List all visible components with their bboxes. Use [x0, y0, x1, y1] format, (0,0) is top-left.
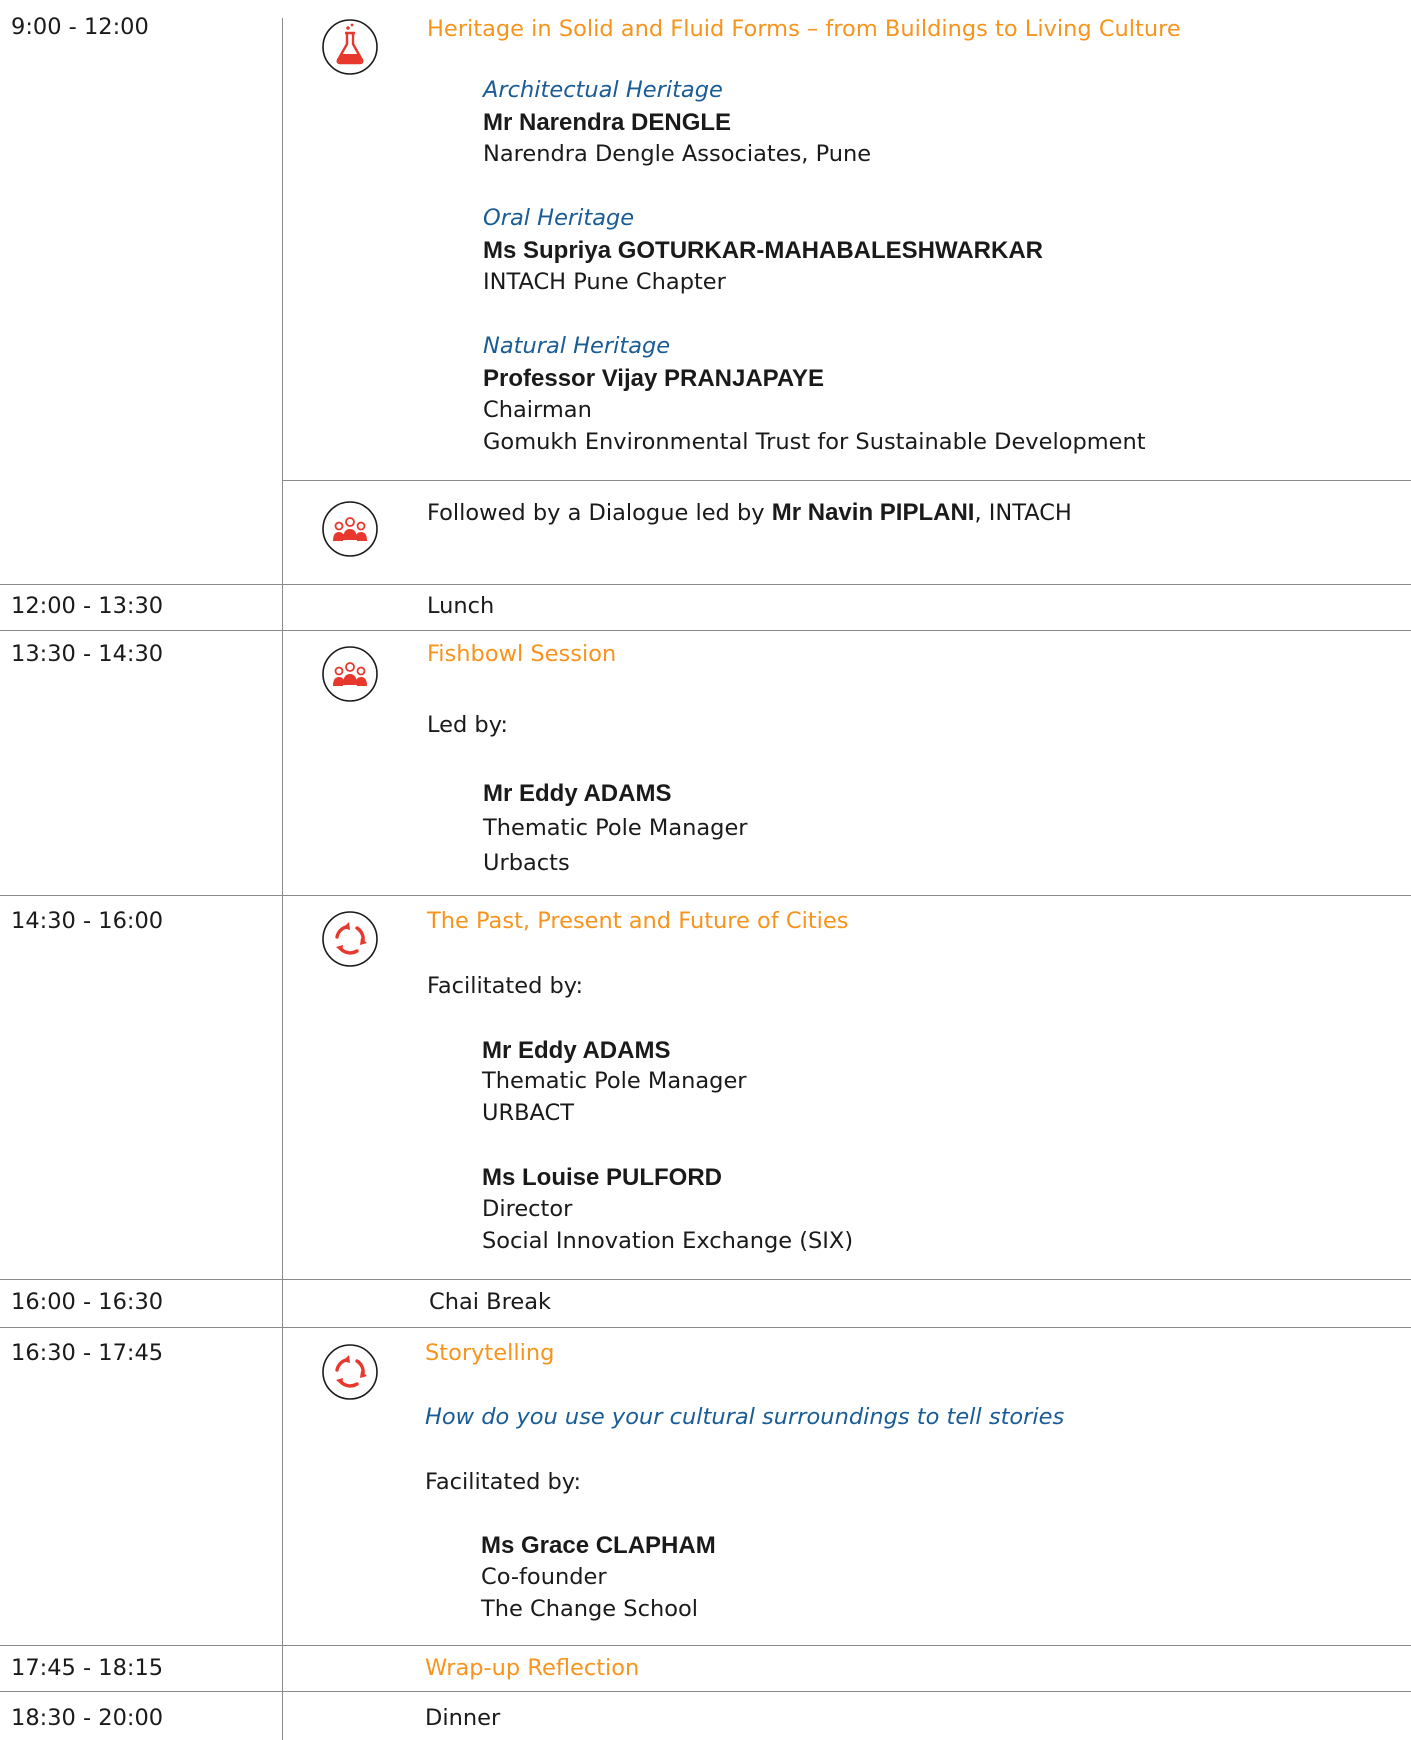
time-slot: 16:30 - 17:45 [11, 1340, 164, 1366]
speaker-name: Mr Narendra DENGLE [483, 109, 732, 136]
talk-topic: Natural Heritage [483, 333, 671, 359]
speaker-affiliation: Narendra Dengle Associates, Pune [483, 141, 872, 167]
speaker-name: Professor Vijay PRANJAPAYE [483, 365, 825, 392]
speaker-name: Mr Eddy ADAMS [482, 1037, 671, 1064]
time-slot: 17:45 - 18:15 [11, 1655, 164, 1681]
session-title: Storytelling [425, 1340, 555, 1366]
time-slot: 9:00 - 12:00 [11, 14, 149, 40]
speaker-name: Ms Louise PULFORD [482, 1164, 723, 1191]
time-slot: 18:30 - 20:00 [11, 1705, 164, 1731]
lead-label: Facilitated by: [425, 1469, 582, 1495]
speaker-affiliation: Social Innovation Exchange (SIX) [482, 1228, 854, 1254]
row-divider [0, 1279, 1411, 1280]
flask-icon [322, 19, 378, 75]
row-divider [283, 480, 1411, 481]
dialogue-leader: Mr Navin PIPLANI [771, 499, 975, 526]
speaker-name: Mr Eddy ADAMS [483, 780, 672, 807]
group-icon [322, 501, 378, 557]
dialogue-intro: Followed by a Dialogue led by [427, 500, 772, 526]
talk-topic: Architectual Heritage [483, 77, 723, 103]
speaker-name: Ms Grace CLAPHAM [481, 1532, 716, 1559]
session-title: Heritage in Solid and Fluid Forms – from… [427, 16, 1181, 42]
time-slot: 16:00 - 16:30 [11, 1289, 164, 1315]
speaker-affiliation: INTACH Pune Chapter [483, 269, 726, 295]
speaker-role: Director [482, 1196, 573, 1222]
session-label: Dinner [425, 1705, 501, 1731]
cycle-icon [322, 911, 378, 967]
session-title: The Past, Present and Future of Cities [427, 908, 849, 934]
session-subtitle: How do you use your cultural surrounding… [425, 1404, 1065, 1430]
session-label: Lunch [427, 593, 495, 619]
group-icon [322, 646, 378, 702]
speaker-role: Thematic Pole Manager [482, 1068, 747, 1094]
column-divider [282, 18, 283, 1740]
speaker-role: Co-founder [481, 1564, 607, 1590]
session-title: Wrap-up Reflection [425, 1655, 640, 1681]
speaker-affiliation: Urbacts [483, 850, 570, 876]
row-divider [0, 630, 1411, 631]
speaker-affiliation: The Change School [481, 1596, 698, 1622]
row-divider [0, 1691, 1411, 1692]
row-divider [0, 1327, 1411, 1328]
row-divider [0, 1645, 1411, 1646]
lead-label: Led by: [427, 712, 508, 738]
row-divider [0, 895, 1411, 896]
speaker-affiliation: Gomukh Environmental Trust for Sustainab… [483, 429, 1146, 455]
session-label: Chai Break [429, 1289, 552, 1315]
dialogue-line: Followed by a Dialogue led by Mr Navin P… [427, 499, 1072, 527]
time-slot: 13:30 - 14:30 [11, 641, 164, 667]
speaker-role: Thematic Pole Manager [483, 815, 748, 841]
speaker-role: Chairman [483, 397, 592, 423]
row-divider [0, 584, 1411, 585]
dialogue-org: , INTACH [974, 500, 1072, 526]
speaker-name: Ms Supriya GOTURKAR-MAHABALESHWARKAR [483, 237, 1044, 264]
time-slot: 12:00 - 13:30 [11, 593, 164, 619]
lead-label: Facilitated by: [427, 973, 584, 999]
session-title: Fishbowl Session [427, 641, 617, 667]
talk-topic: Oral Heritage [483, 205, 635, 231]
speaker-affiliation: URBACT [482, 1100, 574, 1126]
time-slot: 14:30 - 16:00 [11, 908, 164, 934]
cycle-icon [322, 1344, 378, 1400]
